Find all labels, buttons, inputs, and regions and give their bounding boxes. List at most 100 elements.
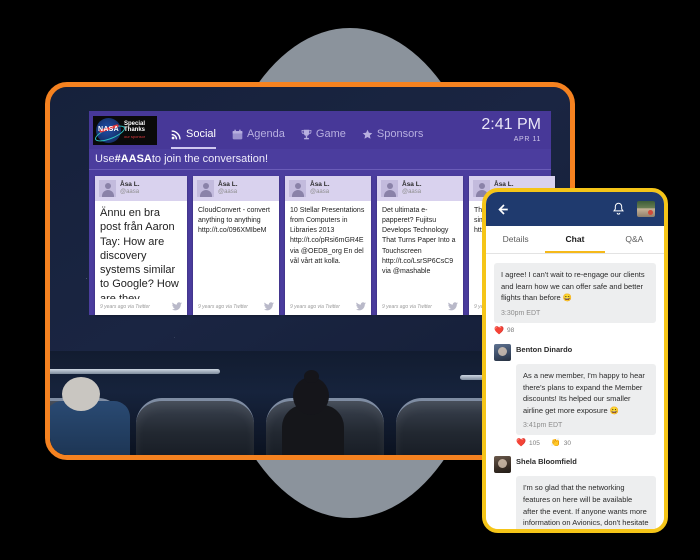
- card-text: 10 Stellar Presentations from Computers …: [290, 207, 365, 265]
- tab-chat[interactable]: Chat: [545, 226, 605, 253]
- card-author-block: Åsa L. @aasa: [402, 181, 422, 195]
- card-header: Åsa L. @aasa: [285, 176, 371, 201]
- card-author: Åsa L.: [218, 181, 238, 189]
- card-author-block: Åsa L. @aasa: [120, 181, 140, 195]
- nav-label-game: Game: [315, 128, 346, 140]
- message-bubble: As a new member, I'm happy to hear there…: [516, 363, 656, 436]
- back-arrow-icon[interactable]: [495, 202, 510, 217]
- hashtag-tag: #AASA: [114, 153, 152, 165]
- card-header: Åsa L. @aasa: [377, 176, 463, 201]
- calendar-icon: [232, 129, 243, 139]
- nav-item-social[interactable]: Social: [171, 128, 216, 149]
- card-author: Åsa L.: [120, 181, 140, 189]
- chat-message: Benton Dinardo As a new member, I'm happ…: [494, 343, 656, 448]
- attendee-hair-bun: [304, 370, 319, 383]
- phone-tab-bar: Details Chat Q&A: [486, 226, 664, 254]
- seat: [136, 398, 254, 455]
- nav-label-agenda: Agenda: [246, 128, 285, 140]
- card-handle: @aasa: [310, 188, 330, 195]
- card-text: Ännu en bra post från Aaron Tay: How are…: [100, 207, 179, 299]
- card-author: Åsa L.: [310, 181, 330, 189]
- nav-item-sponsors[interactable]: Sponsors: [362, 128, 423, 149]
- card-text: CloudConvert - convert anything to anyth…: [198, 207, 270, 235]
- message-bubble: I'm so glad that the networking features…: [516, 476, 656, 529]
- social-card[interactable]: Åsa L. @aasa Ännu en bra post från Aaron…: [95, 176, 187, 315]
- profile-avatar-icon[interactable]: [637, 201, 655, 217]
- sponsor-logo: NASA Special Thanks our sponsor: [93, 115, 157, 145]
- notification-bell-icon[interactable]: [612, 202, 625, 216]
- rail-left: [50, 369, 220, 374]
- phone-top-bar: [486, 192, 664, 226]
- card-author: Åsa L.: [402, 181, 422, 189]
- tab-qa[interactable]: Q&A: [605, 226, 664, 253]
- main-navigation: Social Agenda Game Sponsors: [171, 111, 423, 149]
- hashtag-prefix: Use: [95, 153, 115, 165]
- reaction-heart[interactable]: ❤️ 98: [494, 325, 515, 335]
- card-handle: @aasa: [218, 188, 238, 195]
- tab-details[interactable]: Details: [486, 226, 545, 253]
- message-time: 3:30pm EDT: [501, 309, 541, 317]
- star-icon: [362, 129, 373, 139]
- attendee-center: [278, 370, 348, 455]
- twitter-bird-icon: [356, 302, 366, 311]
- hashtag-suffix: to join the conversation!: [151, 153, 269, 165]
- card-handle: @aasa: [402, 188, 422, 195]
- trophy-icon: [301, 129, 312, 139]
- twitter-bird-icon: [264, 302, 274, 311]
- nav-label-sponsors: Sponsors: [376, 128, 424, 140]
- message-author-row: Benton Dinardo: [494, 343, 656, 361]
- card-author-block: Åsa L. @aasa: [310, 181, 330, 195]
- card-timestamp: 9 years ago via Twitter: [198, 303, 248, 310]
- card-timestamp: 9 years ago via Twitter: [382, 303, 432, 310]
- screenshot-stage: NASA Special Thanks our sponsor Social A…: [0, 0, 700, 560]
- reaction-count: 98: [506, 327, 515, 335]
- social-card[interactable]: Åsa L. @aasa Det ultimata e-papperet? Fu…: [377, 176, 463, 315]
- reaction-clap[interactable]: 👏 30: [551, 439, 571, 447]
- app-top-bar: NASA Special Thanks our sponsor Social A…: [89, 111, 551, 149]
- clock-date: APR 11: [513, 136, 541, 143]
- reaction-count: 30: [563, 439, 572, 447]
- card-footer: 9 years ago via Twitter: [377, 299, 463, 315]
- nav-item-game[interactable]: Game: [301, 128, 346, 149]
- clock-time: 2:41 PM: [481, 116, 541, 133]
- sponsor-thanks: Special Thanks our sponsor: [124, 121, 154, 139]
- message-text: I agree! I can't wait to re-engage our c…: [501, 270, 645, 303]
- social-card[interactable]: Åsa L. @aasa CloudConvert - convert anyt…: [193, 176, 279, 315]
- card-timestamp: 9 years ago via Twitter: [100, 303, 150, 310]
- mobile-app-mockup: Details Chat Q&A I agree! I can't wait t…: [482, 188, 668, 533]
- message-bubble: I agree! I can't wait to re-engage our c…: [494, 263, 656, 323]
- clap-icon: 👏: [550, 438, 561, 448]
- avatar: [494, 343, 511, 361]
- message-text: I'm so glad that the networking features…: [523, 483, 649, 528]
- avatar: [99, 180, 116, 197]
- message-author-row: Shela Bloomfield: [494, 456, 656, 474]
- heart-icon: ❤️: [494, 325, 504, 335]
- rss-icon: [171, 129, 181, 139]
- social-card[interactable]: Åsa L. @aasa 10 Stellar Presentations fr…: [285, 176, 371, 315]
- card-header: Åsa L. @aasa: [193, 176, 279, 201]
- card-handle: @aasa: [120, 188, 140, 195]
- attendee-head: [62, 377, 100, 411]
- nav-item-agenda[interactable]: Agenda: [232, 128, 285, 149]
- chat-message-list[interactable]: I agree! I can't wait to re-engage our c…: [486, 254, 664, 529]
- message-reactions: ❤️ 105 👏 30: [516, 439, 656, 447]
- clock-widget: 2:41 PM APR 11: [481, 116, 545, 144]
- chat-message: Shela Bloomfield I'm so glad that the ne…: [494, 456, 656, 529]
- avatar: [494, 456, 511, 474]
- avatar: [289, 180, 306, 197]
- card-author-block: Åsa L. @aasa: [218, 181, 238, 195]
- hashtag-banner: Use #AASA to join the conversation!: [89, 149, 551, 170]
- reaction-count: 105: [528, 439, 540, 447]
- twitter-bird-icon: [448, 302, 458, 311]
- nasa-logo-icon: NASA: [96, 117, 121, 143]
- card-timestamp: 9 years ago via Twitter: [290, 303, 340, 310]
- chat-message: I agree! I can't wait to re-engage our c…: [494, 263, 656, 335]
- sponsor-thanks-line1: Special Thanks: [124, 121, 146, 133]
- card-header: Åsa L. @aasa: [95, 176, 187, 201]
- card-footer: 9 years ago via Twitter: [285, 299, 371, 315]
- message-time: 3:41pm EDT: [523, 422, 563, 430]
- message-author: Shela Bloomfield: [516, 457, 577, 467]
- message-reactions: ❤️ 98: [494, 325, 656, 335]
- reaction-heart[interactable]: ❤️ 105: [516, 439, 540, 447]
- avatar: [381, 180, 398, 197]
